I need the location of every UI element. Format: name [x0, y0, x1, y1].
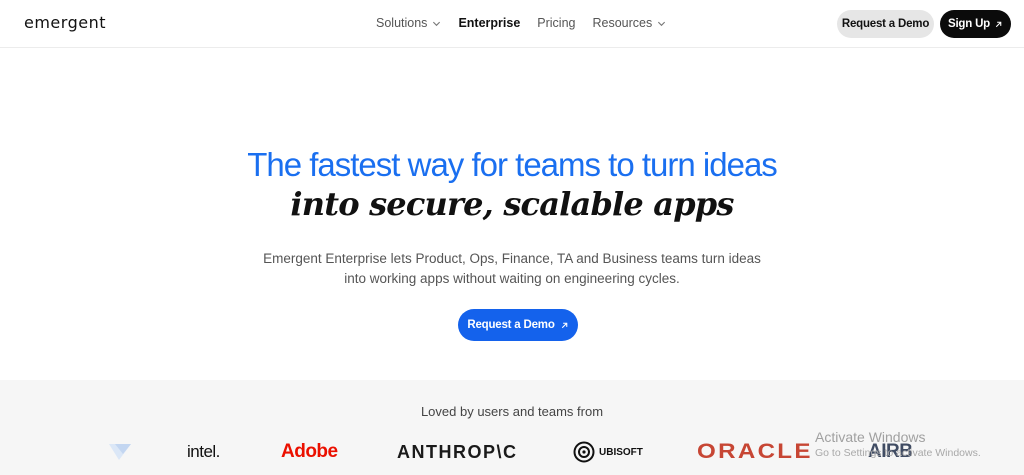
- chevron-down-icon: [658, 21, 666, 26]
- watermark-line-2: Go to Settings to activate Windows.: [815, 447, 981, 459]
- partial-logo: [107, 440, 133, 464]
- hero-request-demo-button[interactable]: Request a Demo: [458, 309, 578, 341]
- nav-enterprise[interactable]: Enterprise: [458, 16, 520, 30]
- nav-pricing[interactable]: Pricing: [537, 16, 575, 30]
- adobe-logo: Adobe: [281, 441, 338, 462]
- nav-resources[interactable]: Resources: [593, 16, 667, 30]
- request-demo-label: Request a Demo: [841, 18, 930, 30]
- ubisoft-logo: UBISOFT: [573, 440, 643, 464]
- sign-up-label: Sign Up: [947, 18, 991, 30]
- sign-up-button[interactable]: Sign Up: [940, 10, 1011, 38]
- watermark-line-1: Activate Windows: [815, 429, 926, 445]
- intel-logo: intel.: [187, 442, 220, 461]
- nav-solutions-label: Solutions: [376, 16, 428, 30]
- chevron-down-icon: [433, 21, 441, 26]
- ubisoft-swirl-icon: [573, 441, 595, 463]
- hero-title: The fastest way for teams to turn ideas: [247, 146, 778, 183]
- anthropic-logo: ANTHROP\C: [397, 441, 518, 462]
- hero-request-demo-label: Request a Demo: [467, 319, 555, 331]
- partial-logo-icon: [109, 444, 131, 460]
- logos-title: Loved by users and teams from: [420, 404, 604, 419]
- customer-logos-section: Loved by users and teams from intel. Ado…: [0, 380, 1024, 475]
- nav-resources-label: Resources: [592, 16, 653, 30]
- nav-pricing-label: Pricing: [537, 16, 576, 30]
- nav-enterprise-label: Enterprise: [458, 16, 521, 30]
- top-nav: emergent Solutions Enterprise Pricing Re…: [0, 0, 1024, 48]
- oracle-logo: ORACLE: [697, 440, 813, 463]
- emergent-logo[interactable]: emergent: [24, 13, 106, 32]
- nav-solutions[interactable]: Solutions: [376, 16, 441, 30]
- nav-links: Solutions Enterprise Pricing Resources: [376, 16, 666, 30]
- hero-description: Emergent Enterprise lets Product, Ops, F…: [263, 251, 761, 286]
- arrow-up-right-icon: [561, 322, 567, 328]
- arrow-up-right-icon: [995, 21, 1002, 27]
- ubisoft-label: UBISOFT: [599, 446, 643, 458]
- request-demo-button[interactable]: Request a Demo: [837, 10, 934, 38]
- windows-activation-watermark: Activate Windows Go to Settings to activ…: [815, 429, 981, 459]
- hero-subtitle: into secure, scalable apps: [290, 185, 734, 223]
